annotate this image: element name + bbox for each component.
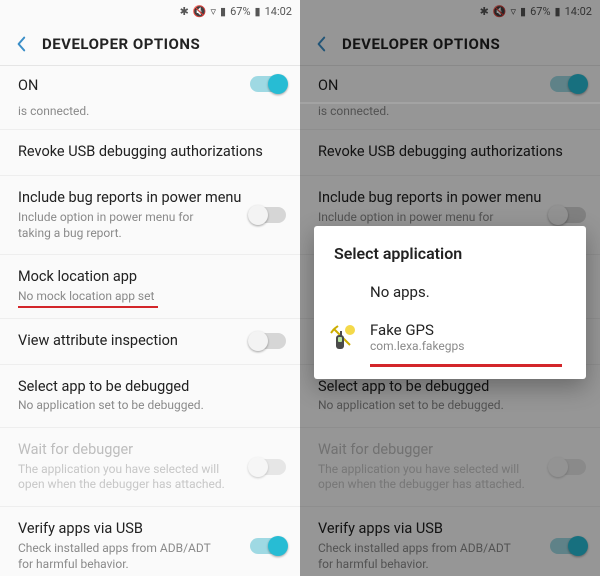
no-apps-text: No apps. xyxy=(370,283,430,301)
time-text: 14:02 xyxy=(265,5,292,18)
toggle-view-attr[interactable] xyxy=(250,333,286,349)
wifi-icon: ▿ xyxy=(211,6,217,17)
dialog-title: Select application xyxy=(314,244,586,273)
selectdebug-title: Select app to be debugged xyxy=(18,378,282,397)
connected-sub: is connected. xyxy=(18,104,228,120)
verifyusb-sub: Check installed apps from ADB/ADT for ha… xyxy=(18,541,228,572)
status-bar: ✱ 🔇 ▿ ▮ 67% ▮ 14:02 xyxy=(0,0,300,22)
mock-sub: No mock location app set xyxy=(18,289,228,305)
dialog-item-no-apps[interactable]: No apps. xyxy=(314,273,586,311)
annotation-underline-icon xyxy=(18,306,158,308)
settings-list: ON is connected. Revoke USB debugging au… xyxy=(0,66,300,576)
selectdebug-sub: No application set to be debugged. xyxy=(18,398,228,414)
row-on-title: ON xyxy=(18,77,282,96)
fakegps-name: Fake GPS xyxy=(370,321,566,339)
bugreports-title: Include bug reports in power menu xyxy=(18,189,282,208)
phone-right: ✱ 🔇 ▿ ▮ 67% ▮ 14:02 DEVELOPER OPTIONS ON… xyxy=(300,0,600,576)
fakegps-pkg: com.lexa.fakegps xyxy=(370,339,566,353)
revoke-title: Revoke USB debugging authorizations xyxy=(18,143,282,162)
toggle-wait-debugger xyxy=(250,459,286,475)
viewattr-title: View attribute inspection xyxy=(18,332,282,351)
page-title: DEVELOPER OPTIONS xyxy=(42,35,200,53)
phone-left: ✱ 🔇 ▿ ▮ 67% ▮ 14:02 DEVELOPER OPTIONS ON… xyxy=(0,0,300,576)
waitdbg-sub: The application you have selected will o… xyxy=(18,462,228,493)
fake-gps-app-icon xyxy=(328,323,358,353)
row-mock-location[interactable]: Mock location app No mock location app s… xyxy=(0,255,300,318)
row-verify-usb[interactable]: Verify apps via USB Check installed apps… xyxy=(0,507,300,576)
toggle-verify-usb[interactable] xyxy=(250,538,286,554)
dialog-item-fake-gps[interactable]: Fake GPS com.lexa.fakegps xyxy=(314,311,586,365)
row-on[interactable]: ON xyxy=(0,66,300,102)
mute-icon: 🔇 xyxy=(193,6,207,17)
mock-title: Mock location app xyxy=(18,268,282,287)
waitdbg-title: Wait for debugger xyxy=(18,441,282,460)
toggle-bug-reports[interactable] xyxy=(250,207,286,223)
header: DEVELOPER OPTIONS xyxy=(0,22,300,66)
signal-icon: ▮ xyxy=(220,6,226,17)
verifyusb-title: Verify apps via USB xyxy=(18,520,282,539)
annotation-underline-icon xyxy=(370,364,562,367)
row-connected-sub: is connected. xyxy=(0,104,300,131)
row-select-debug[interactable]: Select app to be debugged No application… xyxy=(0,365,300,428)
battery-icon: ▮ xyxy=(255,6,261,17)
back-arrow-icon[interactable] xyxy=(12,35,30,53)
toggle-developer-options[interactable] xyxy=(250,76,286,92)
battery-text: 67% xyxy=(230,5,250,18)
row-bug-reports[interactable]: Include bug reports in power menu Includ… xyxy=(0,176,300,255)
row-revoke-usb[interactable]: Revoke USB debugging authorizations xyxy=(0,130,300,176)
bugreports-sub: Include option in power menu for taking … xyxy=(18,210,228,241)
row-wait-debugger: Wait for debugger The application you ha… xyxy=(0,428,300,507)
row-view-attr[interactable]: View attribute inspection xyxy=(0,319,300,365)
select-application-dialog: Select application No apps. Fake GPS com… xyxy=(314,226,586,379)
bluetooth-icon: ✱ xyxy=(180,6,189,17)
